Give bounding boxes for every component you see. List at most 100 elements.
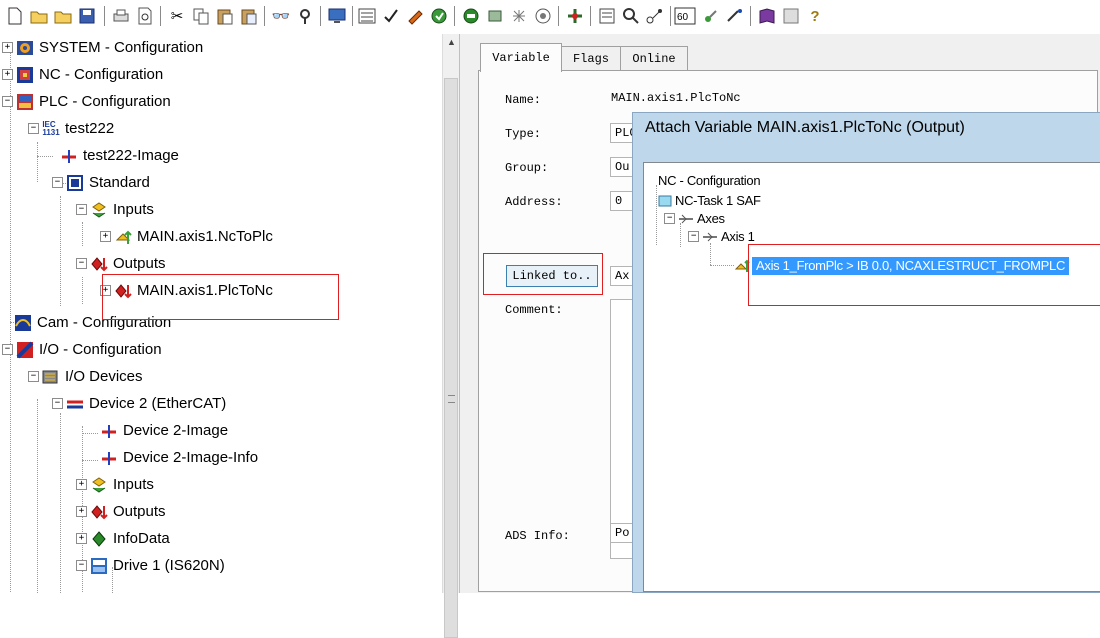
tree-item-device2-outputs[interactable]: + Outputs	[76, 498, 166, 525]
tree-item-io-devices[interactable]: − I/O Devices	[28, 363, 143, 390]
plc-icon	[16, 93, 34, 111]
open-folder-2-icon[interactable]	[52, 5, 74, 27]
about-icon[interactable]	[780, 5, 802, 27]
collapse-icon[interactable]: −	[2, 96, 13, 107]
print-preview-icon[interactable]	[134, 5, 156, 27]
tree-item-label: test222-Image	[83, 147, 179, 164]
expand-icon[interactable]: +	[76, 506, 87, 517]
infodata-icon	[90, 530, 108, 548]
tree-item-device2[interactable]: − Device 2 (EtherCAT)	[52, 390, 226, 417]
dialog-tree-item-axes[interactable]: − Axes	[664, 209, 725, 228]
link-icon[interactable]	[700, 5, 722, 27]
collapse-icon[interactable]: −	[76, 258, 87, 269]
save-icon[interactable]	[76, 5, 98, 27]
dialog-tree-item-nc-task[interactable]: NC-Task 1 SAF	[658, 191, 761, 210]
collapse-icon[interactable]: −	[52, 177, 63, 188]
dialog-tree-item-axis1[interactable]: − Axis 1	[688, 227, 755, 246]
paste-special-icon[interactable]	[238, 5, 260, 27]
show-online-icon[interactable]	[508, 5, 530, 27]
cam-icon	[14, 314, 32, 332]
find-icon[interactable]: 👓	[270, 5, 292, 27]
collapse-icon[interactable]: −	[76, 204, 87, 215]
tree-item-drive1[interactable]: − Drive 1 (IS620N)	[76, 552, 225, 579]
target-icon[interactable]	[564, 5, 586, 27]
scroll-thumb[interactable]	[444, 78, 458, 638]
book-icon[interactable]	[756, 5, 778, 27]
collapse-icon[interactable]: −	[28, 123, 39, 134]
tree-item-infodata[interactable]: + InfoData	[76, 525, 170, 552]
tree-item-label: SYSTEM - Configuration	[39, 39, 204, 56]
restart-icon[interactable]	[428, 5, 450, 27]
paste-icon[interactable]	[214, 5, 236, 27]
name-label: Name:	[505, 93, 542, 107]
tree-item-standard[interactable]: − Standard	[52, 169, 150, 196]
tree-item-label: InfoData	[113, 530, 170, 547]
expand-icon[interactable]: +	[76, 479, 87, 490]
collapse-icon[interactable]: −	[664, 213, 675, 224]
collapse-icon[interactable]: −	[2, 344, 13, 355]
main-toolbar: ✂ 👓 60 ?	[0, 0, 1100, 34]
generate-mappings-icon[interactable]	[356, 5, 378, 27]
collapse-icon[interactable]: −	[28, 371, 39, 382]
new-file-icon[interactable]	[4, 5, 26, 27]
help-icon[interactable]: ?	[804, 5, 826, 27]
debug-icon[interactable]	[724, 5, 746, 27]
tree-item-device2-image-info[interactable]: Device 2-Image-Info	[100, 444, 258, 471]
group-label: Group:	[505, 161, 549, 175]
print-icon[interactable]	[110, 5, 132, 27]
tree-item-plc[interactable]: − PLC - Configuration	[2, 88, 171, 115]
copy-icon[interactable]	[190, 5, 212, 27]
tree-item-nc[interactable]: + NC - Configuration	[2, 61, 163, 88]
tree-item-label: Device 2-Image	[123, 422, 229, 439]
io-devices-icon	[42, 368, 60, 386]
expand-icon[interactable]: +	[100, 231, 111, 242]
dialog-tree-label: NC - Configuration	[658, 173, 761, 188]
activate-config-icon[interactable]	[404, 5, 426, 27]
tree-item-label: PLC - Configuration	[39, 93, 171, 110]
type-label: Type:	[505, 127, 542, 141]
expand-icon[interactable]: +	[76, 533, 87, 544]
find-next-icon[interactable]	[294, 5, 316, 27]
tree-item-nctoplc[interactable]: + MAIN.axis1.NcToPlc	[100, 223, 273, 250]
scan-devices-icon[interactable]	[484, 5, 506, 27]
check-config-icon[interactable]	[380, 5, 402, 27]
address-label: Address:	[505, 195, 563, 209]
image-icon	[100, 422, 118, 440]
tree-item-system[interactable]: + SYSTEM - Configuration	[2, 34, 203, 61]
dialog-tree-item-nc[interactable]: NC - Configuration	[658, 171, 761, 190]
tab-online[interactable]: Online	[620, 46, 688, 71]
tree-item-inputs[interactable]: − Inputs	[76, 196, 154, 223]
tree-item-io[interactable]: − I/O - Configuration	[2, 336, 162, 363]
open-folder-icon[interactable]	[28, 5, 50, 27]
tree-item-device2-image[interactable]: Device 2-Image	[100, 417, 228, 444]
tree-scrollbar[interactable]: ▲	[442, 34, 460, 638]
tree-item-test222[interactable]: − IEC 1131 test222	[28, 115, 114, 142]
name-field[interactable]: MAIN.axis1.PlcToNc	[607, 89, 1097, 109]
expand-icon[interactable]: +	[2, 42, 13, 53]
tree-item-device2-inputs[interactable]: + Inputs	[76, 471, 154, 498]
scroll-up-icon[interactable]: ▲	[443, 34, 460, 51]
tree-item-test222-image[interactable]: test222-Image	[60, 142, 179, 169]
collapse-icon[interactable]: −	[76, 560, 87, 571]
show-variables-icon[interactable]	[532, 5, 554, 27]
outputs-icon	[90, 503, 108, 521]
dialog-tree-label: Axis 1	[721, 229, 755, 244]
tab-variable[interactable]: Variable	[480, 43, 562, 72]
collapse-icon[interactable]: −	[688, 231, 699, 242]
tree-item-label: Device 2-Image-Info	[123, 449, 259, 466]
collapse-icon[interactable]: −	[52, 398, 63, 409]
tree-item-outputs[interactable]: − Outputs	[76, 250, 166, 277]
tab-flags[interactable]: Flags	[560, 46, 622, 71]
task-icon	[658, 194, 672, 208]
cut-icon[interactable]: ✂	[166, 5, 188, 27]
zoom-icon[interactable]	[620, 5, 642, 27]
document-icon[interactable]	[596, 5, 618, 27]
tree-item-label: Outputs	[113, 255, 166, 272]
expand-icon[interactable]: +	[2, 69, 13, 80]
tree-item-label: Standard	[89, 174, 150, 191]
monitor-icon[interactable]	[326, 5, 348, 27]
image-icon	[100, 449, 118, 467]
freerun-icon[interactable]: 60	[674, 5, 696, 27]
toggle-free-run-icon[interactable]	[460, 5, 482, 27]
network-icon[interactable]	[644, 5, 666, 27]
